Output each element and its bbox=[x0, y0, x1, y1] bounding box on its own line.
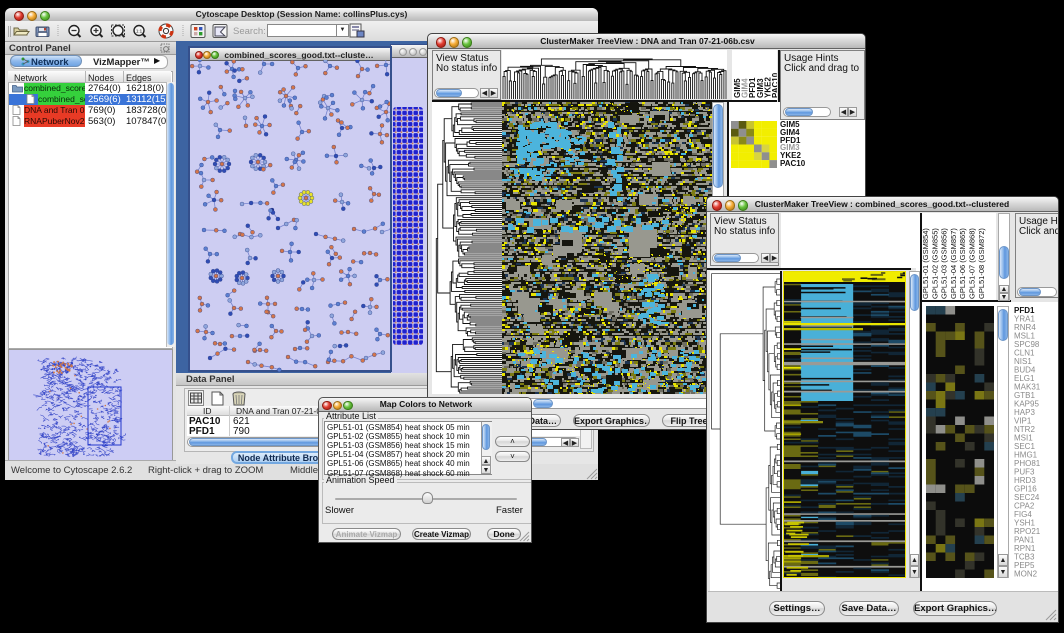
svg-text:GPL51-04 (GSM857): GPL51-04 (GSM857) bbox=[949, 228, 958, 299]
svg-text:GPL51-03 (GSM856): GPL51-03 (GSM856) bbox=[940, 228, 949, 299]
svg-text:MON2: MON2 bbox=[1014, 570, 1038, 579]
svg-text:GPL51-01 (GSM854): GPL51-01 (GSM854) bbox=[921, 228, 930, 299]
svg-text:GPL51-07 (GSM868): GPL51-07 (GSM868) bbox=[968, 228, 977, 299]
svg-text:1:1: 1:1 bbox=[136, 29, 143, 34]
svg-text:PAC10: PAC10 bbox=[771, 72, 777, 98]
svg-text:GPL51-08 (GSM872): GPL51-08 (GSM872) bbox=[977, 228, 986, 299]
svg-text:GPL51-06 (GSM865): GPL51-06 (GSM865) bbox=[958, 228, 967, 299]
svg-text:GPL51-02 (GSM855): GPL51-02 (GSM855) bbox=[930, 228, 939, 299]
